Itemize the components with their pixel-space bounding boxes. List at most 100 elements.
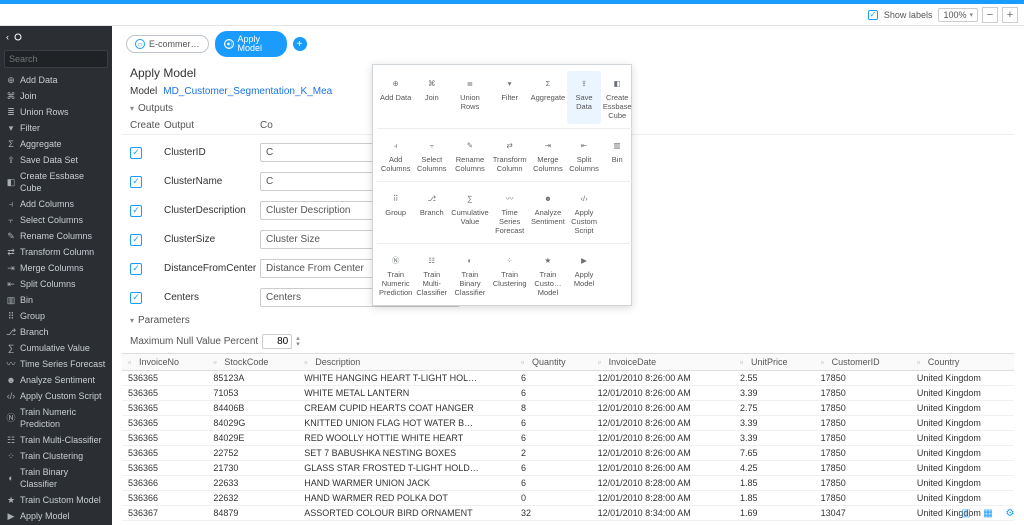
palette-item-analyze-sentiment[interactable]: ☻Analyze Sentiment [529, 186, 568, 239]
table-row[interactable]: 53636784879ASSORTED COLOUR BIRD ORNAMENT… [122, 506, 1014, 521]
column-header-country[interactable]: ▫Country [911, 354, 1014, 371]
sidebar-item-split-columns[interactable]: ⇤Split Columns [0, 276, 112, 292]
back-brand[interactable]: ‹ [0, 26, 112, 48]
column-header-quantity[interactable]: ▫Quantity [515, 354, 592, 371]
zoom-level-select[interactable]: 100% ▾ [938, 8, 978, 22]
palette-item-merge-columns[interactable]: ⇥Merge Columns [529, 133, 568, 177]
palette-item-label: Join [425, 93, 439, 102]
palette-item-apply-model[interactable]: ▶Apply Model [567, 248, 601, 301]
table-cell: 12/01/2010 8:34:00 AM [592, 521, 734, 522]
column-header-customerid[interactable]: ▫CustomerID [815, 354, 911, 371]
palette-item-transform-column[interactable]: ⇄Transform Column [491, 133, 529, 177]
sidebar-item-analyze-sentiment[interactable]: ☻Analyze Sentiment [0, 372, 112, 388]
table-row[interactable]: 53636521730GLASS STAR FROSTED T-LIGHT HO… [122, 461, 1014, 476]
column-header-stockcode[interactable]: ▫StockCode [207, 354, 298, 371]
zoom-out-button[interactable]: − [982, 7, 998, 23]
output-create-checkbox[interactable]: ✓ [130, 176, 142, 188]
card-view-icon[interactable]: ◫ [958, 505, 974, 521]
sidebar-item-join[interactable]: ⌘Join [0, 88, 112, 104]
palette-item-cumulative-value[interactable]: ∑Cumulative Value [449, 186, 491, 239]
data-preview-grid[interactable]: ▫InvoiceNo▫StockCode▫Description▫Quantit… [122, 353, 1014, 521]
sidebar-item-transform-column[interactable]: ⇄Transform Column [0, 244, 112, 260]
table-view-icon[interactable]: ▦ [980, 505, 996, 521]
footer-quick-actions: ◫ ▦ ⚙ [958, 505, 1018, 521]
sidebar-item-time-series-forecast[interactable]: 〰Time Series Forecast [0, 356, 112, 372]
zoom-in-button[interactable]: + [1002, 7, 1018, 23]
column-header-description[interactable]: ▫Description [298, 354, 515, 371]
palette-item-rename-columns[interactable]: ✎Rename Columns [449, 133, 491, 177]
sidebar-item-union-rows[interactable]: ≣Union Rows [0, 104, 112, 120]
sidebar-item-rename-columns[interactable]: ✎Rename Columns [0, 228, 112, 244]
sidebar-item-aggregate[interactable]: ΣAggregate [0, 136, 112, 152]
palette-item-aggregate[interactable]: ΣAggregate [529, 71, 568, 124]
palette-item-join[interactable]: ⌘Join [414, 71, 449, 124]
palette-item-train-custo-model[interactable]: ★Train Custo… Model [529, 248, 568, 301]
palette-item-branch[interactable]: ⎇Branch [414, 186, 449, 239]
palette-item-train-multi-classifier[interactable]: ☷Train Multi-Classifier [414, 248, 449, 301]
sidebar-item-apply-model[interactable]: ▶Apply Model [0, 508, 112, 524]
palette-item-add-data[interactable]: ⊕Add Data [377, 71, 414, 124]
parameters-icon[interactable]: ⚙ [1002, 505, 1018, 521]
sidebar-item-train-multi-classifier[interactable]: ☷Train Multi-Classifier [0, 432, 112, 448]
table-row[interactable]: 53636584029ERED WOOLLY HOTTIE WHITE HEAR… [122, 431, 1014, 446]
palette-item-train-numeric-prediction[interactable]: ⓃTrain Numeric Prediction [377, 248, 414, 301]
sidebar-item-train-binary-classifier[interactable]: ◐Train Binary Classifier [0, 464, 112, 492]
parameters-section-header[interactable]: Parameters [122, 309, 1014, 330]
table-row[interactable]: 53636571053WHITE METAL LANTERN612/01/201… [122, 386, 1014, 401]
palette-item-filter[interactable]: ▾Filter [491, 71, 529, 124]
column-header-invoiceno[interactable]: ▫InvoiceNo [122, 354, 207, 371]
model-link[interactable]: MD_Customer_Segmentation_K_Mea [163, 86, 332, 97]
palette-item-select-columns[interactable]: ⫟Select Columns [414, 133, 449, 177]
palette-item-union-rows[interactable]: ≣Union Rows [449, 71, 491, 124]
sidebar-item-add-columns[interactable]: ⫞Add Columns [0, 196, 112, 212]
output-name: Centers [164, 292, 254, 303]
table-row[interactable]: 53636585123AWHITE HANGING HEART T-LIGHT … [122, 371, 1014, 386]
pipeline-step-source[interactable]: ○ E-commer… [126, 35, 209, 53]
sidebar-item-train-numeric-prediction[interactable]: ⓃTrain Numeric Prediction [0, 404, 112, 432]
sidebar-item-add-data[interactable]: ⊕Add Data [0, 72, 112, 88]
sidebar-item-train-clustering[interactable]: ⁘Train Clustering [0, 448, 112, 464]
table-row[interactable]: 53636584406BCREAM CUPID HEARTS COAT HANG… [122, 401, 1014, 416]
add-step-button[interactable]: + [293, 37, 307, 51]
sidebar-item-filter[interactable]: ▾Filter [0, 120, 112, 136]
palette-item-create-essbase-cube[interactable]: ◧Create Essbase Cube [601, 71, 634, 124]
table-row[interactable]: 53636722745POPPY'S PLAYHOUSE BEDROOM612/… [122, 521, 1014, 522]
table-row[interactable]: 53636622633HAND WARMER UNION JACK612/01/… [122, 476, 1014, 491]
table-row[interactable]: 53636622632HAND WARMER RED POLKA DOT012/… [122, 491, 1014, 506]
palette-item-train-clustering[interactable]: ⁘Train Clustering [491, 248, 529, 301]
palette-item-group[interactable]: ⠿Group [377, 186, 414, 239]
sidebar-item-save-data-set[interactable]: ⇪Save Data Set [0, 152, 112, 168]
palette-item-split-columns[interactable]: ⇤Split Columns [567, 133, 601, 177]
palette-item-add-columns[interactable]: ⫞Add Columns [377, 133, 414, 177]
param-value-input[interactable] [262, 334, 292, 349]
sidebar-item-group[interactable]: ⠿Group [0, 308, 112, 324]
output-create-checkbox[interactable]: ✓ [130, 147, 142, 159]
param-stepper[interactable]: ▴▾ [296, 336, 300, 348]
sidebar-item-create-essbase-cube[interactable]: ◧Create Essbase Cube [0, 168, 112, 196]
search-input[interactable] [4, 50, 108, 68]
table-cell: 13047 [815, 506, 911, 521]
sidebar-item-train-custom-model[interactable]: ★Train Custom Model [0, 492, 112, 508]
output-create-checkbox[interactable]: ✓ [130, 292, 142, 304]
palette-item-apply-custom-script[interactable]: ‹/›Apply Custom Script [567, 186, 601, 239]
sidebar-item-bin[interactable]: ▥Bin [0, 292, 112, 308]
palette-item-save-data[interactable]: ⇪Save Data [567, 71, 601, 124]
sidebar-item-merge-columns[interactable]: ⇥Merge Columns [0, 260, 112, 276]
output-create-checkbox[interactable]: ✓ [130, 263, 142, 275]
column-header-invoicedate[interactable]: ▫InvoiceDate [592, 354, 734, 371]
pipeline-step-apply-model[interactable]: ⦿ Apply Model [215, 31, 287, 57]
show-labels-checkbox[interactable]: ✓ [868, 10, 878, 20]
table-row[interactable]: 53636584029GKNITTED UNION FLAG HOT WATER… [122, 416, 1014, 431]
table-row[interactable]: 53636522752SET 7 BABUSHKA NESTING BOXES2… [122, 446, 1014, 461]
palette-item-train-binary-classifier[interactable]: ◐Train Binary Classifier [449, 248, 491, 301]
column-header-unitprice[interactable]: ▫UnitPrice [734, 354, 815, 371]
palette-item-time-series-forecast[interactable]: 〰Time Series Forecast [491, 186, 529, 239]
sidebar-item-apply-custom-script[interactable]: ‹/›Apply Custom Script [0, 388, 112, 404]
palette-item-bin[interactable]: ▥Bin [601, 133, 634, 177]
table-cell: 17850 [815, 491, 911, 506]
sidebar-item-select-columns[interactable]: ⫟Select Columns [0, 212, 112, 228]
output-create-checkbox[interactable]: ✓ [130, 205, 142, 217]
output-create-checkbox[interactable]: ✓ [130, 234, 142, 246]
sidebar-item-branch[interactable]: ⎇Branch [0, 324, 112, 340]
sidebar-item-cumulative-value[interactable]: ∑Cumulative Value [0, 340, 112, 356]
